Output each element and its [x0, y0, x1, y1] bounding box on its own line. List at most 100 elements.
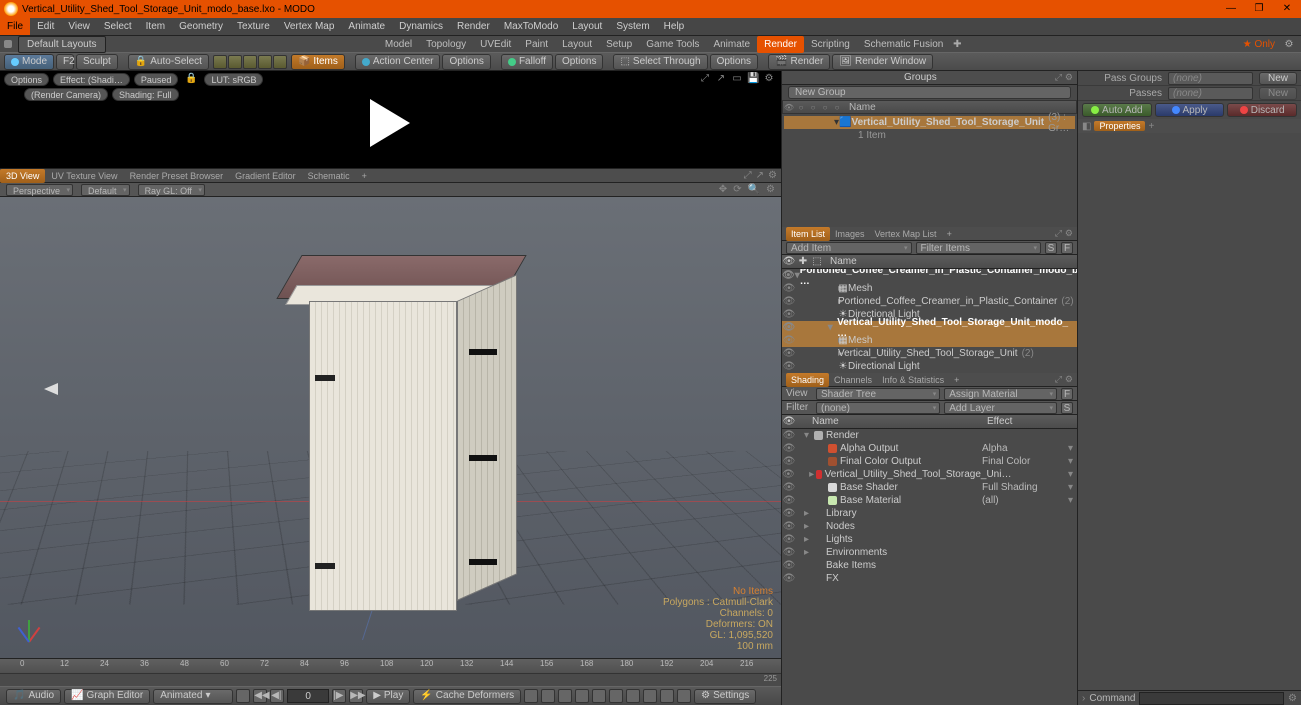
- view-gear-icon[interactable]: ⚙: [768, 170, 777, 181]
- layout-add-icon[interactable]: ✚: [950, 39, 964, 50]
- prev-frame-icon[interactable]: ◀|: [270, 689, 284, 703]
- passes-dropdown[interactable]: (none): [1168, 87, 1253, 100]
- shader-tree-row[interactable]: 👁▸Lights: [782, 533, 1077, 546]
- menu-maxtomodo[interactable]: MaxToModo: [497, 18, 565, 35]
- items-button[interactable]: 📦 Items: [291, 54, 345, 70]
- perspective-dropdown[interactable]: Perspective: [6, 184, 73, 196]
- tab-itemlist[interactable]: Item List: [786, 227, 830, 241]
- new-pass-group-button[interactable]: New: [1259, 72, 1297, 85]
- tab-channels[interactable]: Channels: [829, 373, 877, 387]
- render-camera-pill[interactable]: (Render Camera): [24, 88, 108, 101]
- menu-help[interactable]: Help: [657, 18, 692, 35]
- lut-lock-icon[interactable]: 🔒: [182, 73, 200, 86]
- f2-button[interactable]: F2: [56, 54, 74, 70]
- menu-edit[interactable]: Edit: [30, 18, 61, 35]
- command-input[interactable]: [1139, 692, 1284, 705]
- tab-vertexmaplist[interactable]: Vertex Map List: [870, 227, 942, 241]
- shader-tree-row[interactable]: 👁Final Color OutputFinal Color▾: [782, 455, 1077, 468]
- menu-geometry[interactable]: Geometry: [172, 18, 230, 35]
- layout-tab-setup[interactable]: Setup: [599, 36, 639, 53]
- view-tab-presets[interactable]: Render Preset Browser: [124, 169, 230, 183]
- apply-button[interactable]: Apply: [1155, 103, 1225, 117]
- shader-tree-row[interactable]: 👁▸Vertical_Utility_Shed_Tool_Storage_Uni…: [782, 468, 1077, 481]
- go-start-icon[interactable]: [236, 689, 250, 703]
- layout-tab-animate[interactable]: Animate: [706, 36, 757, 53]
- menu-render[interactable]: Render: [450, 18, 497, 35]
- sh-max-icon[interactable]: ⤢: [1055, 374, 1062, 385]
- layout-tab-scripting[interactable]: Scripting: [804, 36, 857, 53]
- key-icon-5[interactable]: [592, 689, 606, 703]
- tab-properties[interactable]: Properties: [1094, 121, 1145, 131]
- layout-tab-render[interactable]: Render: [757, 36, 804, 53]
- only-toggle[interactable]: ★ Only: [1237, 39, 1281, 50]
- zoom-icon[interactable]: 🔍: [748, 184, 760, 195]
- menu-texture[interactable]: Texture: [230, 18, 277, 35]
- shading-full-pill[interactable]: Shading: Full: [112, 88, 179, 101]
- add-item-dropdown[interactable]: Add Item: [786, 242, 912, 254]
- layout-tab-uvedit[interactable]: UVEdit: [473, 36, 518, 53]
- menu-file[interactable]: File: [0, 18, 30, 35]
- item-tree-row[interactable]: 👁☀Directional Light: [782, 360, 1077, 373]
- options-button-2[interactable]: Options: [555, 54, 603, 70]
- graph-editor-button[interactable]: 📈 Graph Editor: [64, 689, 150, 704]
- shader-tree-row[interactable]: 👁Alpha OutputAlpha▾: [782, 442, 1077, 455]
- timeline[interactable]: 0122436486072849610812013214415616818019…: [0, 658, 781, 686]
- default-dropdown[interactable]: Default: [81, 184, 130, 196]
- next-frame-icon[interactable]: |▶: [332, 689, 346, 703]
- lut-pill[interactable]: LUT: sRGB: [204, 73, 263, 86]
- menu-system[interactable]: System: [609, 18, 656, 35]
- layout-tab-schematicfusion[interactable]: Schematic Fusion: [857, 36, 950, 53]
- key-icon-6[interactable]: [609, 689, 623, 703]
- menu-animate[interactable]: Animate: [341, 18, 392, 35]
- tab-info[interactable]: Info & Statistics: [877, 373, 949, 387]
- sculpt-button[interactable]: Sculpt: [76, 54, 118, 70]
- options-button-3[interactable]: Options: [710, 54, 758, 70]
- menu-dynamics[interactable]: Dynamics: [392, 18, 450, 35]
- sh-s-button[interactable]: S: [1061, 402, 1073, 414]
- item-tree-row[interactable]: 👁▸Vertical_Utility_Shed_Tool_Storage_Uni…: [782, 347, 1077, 360]
- key-icon-2[interactable]: [541, 689, 555, 703]
- play-button[interactable]: ▶ Play: [366, 689, 410, 704]
- play-icon[interactable]: [370, 99, 410, 147]
- groups-gear-icon[interactable]: ⚙: [1065, 72, 1073, 83]
- il-f-button[interactable]: F: [1061, 242, 1073, 254]
- animated-dropdown[interactable]: Animated ▾: [153, 689, 233, 704]
- render-button[interactable]: 🎬 Render: [768, 54, 830, 70]
- new-pass-button[interactable]: New: [1259, 87, 1297, 100]
- new-group-button[interactable]: New Group: [788, 86, 1071, 99]
- sh-f-button[interactable]: F: [1061, 388, 1073, 400]
- view-tab-3d[interactable]: 3D View: [0, 169, 45, 183]
- select-through-button[interactable]: ⬚ Select Through: [613, 54, 707, 70]
- shader-tree-row[interactable]: 👁FX: [782, 572, 1077, 585]
- shader-tree-row[interactable]: 👁▸Environments: [782, 546, 1077, 559]
- layout-tab-topology[interactable]: Topology: [419, 36, 473, 53]
- polygon-mode-icon[interactable]: [243, 55, 257, 69]
- edge-mode-icon[interactable]: [228, 55, 242, 69]
- shader-tree-row[interactable]: 👁▾Render: [782, 429, 1077, 442]
- fit-icon[interactable]: ▭: [731, 73, 743, 85]
- render-window-button[interactable]: 🖼 Render Window: [832, 54, 933, 70]
- menu-vertexmap[interactable]: Vertex Map: [277, 18, 342, 35]
- falloff-button[interactable]: Falloff: [501, 54, 553, 70]
- autoselect-button[interactable]: 🔒 Auto-Select: [128, 54, 209, 70]
- shader-tree-row[interactable]: 👁▸Library: [782, 507, 1077, 520]
- viewport-3d[interactable]: No Items Polygons : Catmull-Clark Channe…: [0, 197, 781, 658]
- pass-groups-dropdown[interactable]: (none): [1168, 72, 1253, 85]
- view-tab-schematic[interactable]: Schematic: [302, 169, 356, 183]
- close-button[interactable]: ✕: [1273, 0, 1301, 18]
- viewport-gear-icon[interactable]: ⚙: [766, 184, 775, 195]
- shader-tree-row[interactable]: 👁Base ShaderFull Shading▾: [782, 481, 1077, 494]
- layout-tab-paint[interactable]: Paint: [518, 36, 555, 53]
- filter-items-dropdown[interactable]: Filter Items: [916, 242, 1042, 254]
- view-tab-add-icon[interactable]: +: [356, 169, 373, 183]
- il-max-icon[interactable]: ⤢: [1055, 228, 1062, 239]
- key-icon-1[interactable]: [524, 689, 538, 703]
- popout-icon[interactable]: ↗: [715, 73, 727, 85]
- item-tree-row[interactable]: 👁▸Portioned_Coffee_Creamer_in_Plastic_Co…: [782, 295, 1077, 308]
- pivot-mode-icon[interactable]: [273, 55, 287, 69]
- maximize-button[interactable]: ❐: [1245, 0, 1273, 18]
- view-maximize-icon[interactable]: ⤢: [744, 170, 752, 181]
- layout-tab-gametools[interactable]: Game Tools: [639, 36, 706, 53]
- assign-material-button[interactable]: Assign Material: [944, 388, 1057, 400]
- shader-tree-row[interactable]: 👁▸Nodes: [782, 520, 1077, 533]
